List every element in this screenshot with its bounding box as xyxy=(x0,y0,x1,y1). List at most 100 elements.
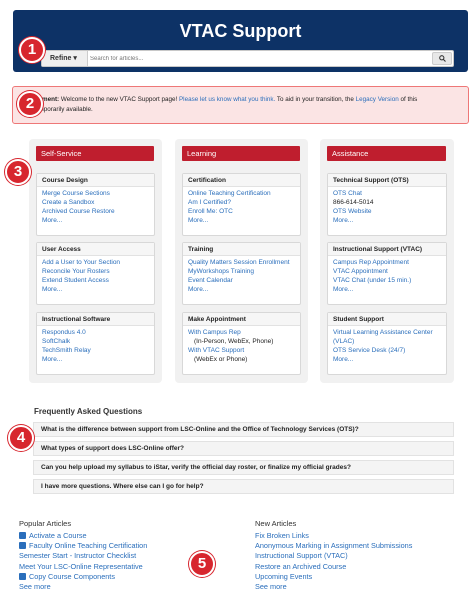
link-item[interactable]: Quality Matters Session Enrollment xyxy=(188,258,295,267)
link-item[interactable]: Online Teaching Certification xyxy=(188,189,295,198)
link-item[interactable]: OTS Website xyxy=(333,207,441,216)
step-badge-1: 1 xyxy=(19,37,45,63)
link-item[interactable]: OTS Service Desk (24/7) xyxy=(333,346,441,355)
learning-header: Learning xyxy=(182,146,300,161)
announcement-text: cement: Welcome to the new VTAC Support … xyxy=(35,95,465,115)
announcement-banner: cement: Welcome to the new VTAC Support … xyxy=(12,86,469,124)
announcement-text-2: To aid in your transition, the xyxy=(275,96,356,103)
card-title: Course Design xyxy=(37,174,154,187)
card-title: Make Appointment xyxy=(183,313,300,326)
card-title: Student Support xyxy=(328,313,446,326)
step-badge-3: 3 xyxy=(5,159,31,185)
link-item[interactable]: With VTAC Support xyxy=(188,346,295,355)
article-link[interactable]: Activate a Course xyxy=(19,531,147,541)
faq-title: Frequently Asked Questions xyxy=(34,407,143,416)
make-appointment-card: Make Appointment With Campus Rep (In-Per… xyxy=(182,312,301,375)
search-button[interactable] xyxy=(432,52,452,65)
more-link[interactable]: More... xyxy=(42,216,149,225)
user-access-card: User Access Add a User to Your Section R… xyxy=(36,242,155,305)
article-link[interactable]: Semester Start - Instructor Checklist xyxy=(19,551,147,561)
new-articles-list: Fix Broken Links Anonymous Marking in As… xyxy=(255,531,412,592)
article-link[interactable]: Upcoming Events xyxy=(255,572,412,582)
link-item[interactable]: OTS Chat xyxy=(333,189,441,198)
faq-item[interactable]: Can you help upload my syllabus to iStar… xyxy=(33,460,454,475)
document-icon xyxy=(19,532,26,539)
link-item[interactable]: Extend Student Access xyxy=(42,276,149,285)
article-link[interactable]: Meet Your LSC-Online Representative xyxy=(19,562,147,572)
search-input[interactable] xyxy=(90,52,410,65)
article-link[interactable]: Instructional Support (VTAC) xyxy=(255,551,412,561)
technical-support-card: Technical Support (OTS) OTS Chat 866-614… xyxy=(327,173,447,236)
step-badge-2: 2 xyxy=(17,91,43,117)
popular-articles-list: Activate a Course Faculty Online Teachin… xyxy=(19,531,147,592)
document-icon xyxy=(19,542,26,550)
article-link[interactable]: Restore an Archived Course xyxy=(255,562,412,572)
phone-number: 866-614-5014 xyxy=(333,199,374,206)
link-item[interactable]: VTAC Appointment xyxy=(333,267,441,276)
instructional-support-card: Instructional Support (VTAC) Campus Rep … xyxy=(327,242,447,305)
card-title: User Access xyxy=(37,243,154,256)
training-card: Training Quality Matters Session Enrollm… xyxy=(182,242,301,305)
magnifier-icon xyxy=(438,55,446,62)
appointment-note: (WebEx or Phone) xyxy=(194,356,248,363)
appointment-note: (In-Person, WebEx, Phone) xyxy=(194,338,274,345)
faq-item[interactable]: What types of support does LSC-Online of… xyxy=(33,441,454,456)
link-item[interactable]: Archived Course Restore xyxy=(42,207,149,216)
more-link[interactable]: More... xyxy=(42,285,149,294)
see-more-link[interactable]: See more xyxy=(19,582,147,592)
more-link[interactable]: More... xyxy=(333,285,441,294)
header-banner: VTAC Support Refine ▾ xyxy=(13,10,468,72)
link-item[interactable]: Event Calendar xyxy=(188,276,295,285)
link-item[interactable]: Add a User to Your Section xyxy=(42,258,149,267)
search-bar: Refine ▾ xyxy=(41,50,454,67)
self-service-column: Self-Service Course Design Merge Course … xyxy=(29,139,162,383)
more-link[interactable]: More... xyxy=(188,216,295,225)
link-item[interactable]: (VLAC) xyxy=(333,337,441,346)
course-design-card: Course Design Merge Course Sections Crea… xyxy=(36,173,155,236)
card-title: Technical Support (OTS) xyxy=(328,174,446,187)
certification-card: Certification Online Teaching Certificat… xyxy=(182,173,301,236)
assistance-header: Assistance xyxy=(327,146,446,161)
popular-articles-title: Popular Articles xyxy=(19,519,72,528)
card-title: Training xyxy=(183,243,300,256)
learning-column: Learning Certification Online Teaching C… xyxy=(175,139,308,383)
article-link[interactable]: Fix Broken Links xyxy=(255,531,412,541)
legacy-version-link[interactable]: Legacy Version xyxy=(356,96,399,103)
link-item[interactable]: TechSmith Relay xyxy=(42,346,149,355)
new-articles-title: New Articles xyxy=(255,519,297,528)
link-item[interactable]: Create a Sandbox xyxy=(42,198,149,207)
assistance-column: Assistance Technical Support (OTS) OTS C… xyxy=(320,139,454,383)
article-link[interactable]: Copy Course Components xyxy=(19,572,147,582)
more-link[interactable]: More... xyxy=(333,355,441,364)
announcement-line-2: emporarily available. xyxy=(35,106,93,113)
link-item[interactable]: Virtual Learning Assistance Center xyxy=(333,328,441,337)
faq-item[interactable]: What is the difference between support f… xyxy=(33,422,454,437)
link-item[interactable]: Campus Rep Appointment xyxy=(333,258,441,267)
step-badge-5: 5 xyxy=(189,551,215,577)
student-support-card: Student Support Virtual Learning Assista… xyxy=(327,312,447,375)
more-link[interactable]: More... xyxy=(42,355,149,364)
link-item[interactable]: Merge Course Sections xyxy=(42,189,149,198)
link-item[interactable]: VTAC Chat (under 15 min.) xyxy=(333,276,441,285)
link-item[interactable]: Am I Certified? xyxy=(188,198,295,207)
link-item[interactable]: Reconcile Your Rosters xyxy=(42,267,149,276)
page-title: VTAC Support xyxy=(179,21,302,41)
more-link[interactable]: More... xyxy=(333,216,441,225)
see-more-link[interactable]: See more xyxy=(255,582,412,592)
document-icon xyxy=(19,572,26,580)
announcement-text-1: Welcome to the new VTAC Support page! xyxy=(59,96,179,103)
link-item[interactable]: SoftChalk xyxy=(42,337,149,346)
article-link[interactable]: Faculty Online Teaching Certification xyxy=(19,541,147,551)
faq-item[interactable]: I have more questions. Where else can I … xyxy=(33,479,454,494)
link-item[interactable]: With Campus Rep xyxy=(188,328,295,337)
link-item[interactable]: MyWorkshops Training xyxy=(188,267,295,276)
more-link[interactable]: More... xyxy=(188,285,295,294)
link-item[interactable]: Respondus 4.0 xyxy=(42,328,149,337)
link-item[interactable]: Enroll Me: OTC xyxy=(188,207,295,216)
feedback-link[interactable]: Please let us know what you think. xyxy=(179,96,275,103)
card-title: Certification xyxy=(183,174,300,187)
article-link[interactable]: Anonymous Marking in Assignment Submissi… xyxy=(255,541,412,551)
self-service-header: Self-Service xyxy=(36,146,154,161)
instructional-software-card: Instructional Software Respondus 4.0 Sof… xyxy=(36,312,155,375)
refine-dropdown[interactable]: Refine ▾ xyxy=(42,51,88,66)
